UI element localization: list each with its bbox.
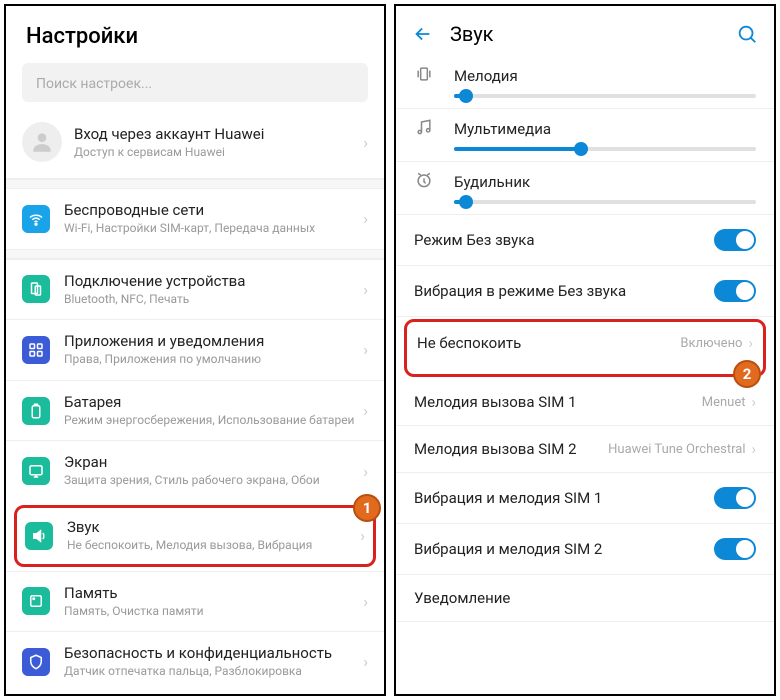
account-row[interactable]: Вход через аккаунт Huawei Доступ к серви… [6, 112, 384, 179]
music-icon [414, 117, 438, 141]
wifi-icon [22, 205, 50, 233]
chevron-right-icon: › [363, 340, 368, 359]
sound-icon [25, 522, 53, 550]
sound-row[interactable]: Мелодия вызова SIM 2Huawei Tune Orchestr… [396, 426, 774, 473]
search-input[interactable]: Поиск настроек... [22, 63, 368, 102]
sound-row[interactable]: Уведомление [396, 575, 774, 622]
slider-label: Мелодия [454, 67, 518, 85]
row-label: Мелодия вызова SIM 2 [414, 440, 608, 458]
slider-track[interactable] [454, 200, 756, 204]
chevron-right-icon: › [363, 133, 368, 152]
chevron-right-icon: › [748, 334, 753, 352]
toggle[interactable] [714, 229, 756, 251]
setting-row-sound[interactable]: Звук Не беспокоить, Мелодия вызова, Вибра… [14, 505, 376, 567]
row-sub: Wi-Fi, Настройки SIM-карт, Передача данн… [64, 221, 363, 237]
avatar-icon [22, 122, 62, 162]
toggle[interactable] [714, 487, 756, 509]
account-sub: Доступ к сервисам Huawei [74, 145, 264, 159]
row-title: Безопасность и конфиденциальность [64, 644, 363, 662]
row-label: Вибрация в режиме Без звука [414, 282, 714, 300]
setting-row-battery[interactable]: Батарея Режим энергосбережения, Использов… [6, 380, 384, 441]
row-value: Huawei Tune Orchestral [608, 442, 745, 457]
sound-row[interactable]: Вибрация в режиме Без звука [396, 266, 774, 317]
account-title: Вход через аккаунт Huawei [74, 125, 264, 143]
back-icon[interactable] [412, 23, 434, 45]
row-title: Беспроводные сети [64, 201, 363, 219]
chevron-right-icon: › [363, 280, 368, 299]
setting-row-display[interactable]: Экран Защита зрения, Стиль рабочего экран… [6, 440, 384, 501]
toggle[interactable] [714, 538, 756, 560]
slider-vibrate: Мелодия [396, 56, 774, 109]
slider-track[interactable] [454, 147, 756, 151]
row-sub: Режим энергосбережения, Использование ба… [64, 413, 363, 429]
row-label: Мелодия вызова SIM 1 [414, 393, 702, 411]
slider-label: Будильник [454, 173, 530, 191]
chevron-right-icon: › [751, 393, 756, 411]
vibrate-icon [414, 64, 438, 88]
storage-icon [22, 587, 50, 615]
row-sub: Память, Очистка памяти [64, 604, 363, 620]
slider-label: Мультимедиа [454, 120, 551, 138]
apps-icon [22, 336, 50, 364]
search-icon[interactable] [736, 23, 758, 45]
chevron-right-icon: › [363, 209, 368, 228]
row-value: Включено [680, 336, 742, 351]
row-title: Экран [64, 453, 363, 471]
sound-row[interactable]: Режим Без звука [396, 215, 774, 266]
sound-row[interactable]: Вибрация и мелодия SIM 2 [396, 524, 774, 575]
row-sub: Защита зрения, Стиль рабочего экрана, Об… [64, 473, 363, 489]
slider-track[interactable] [454, 94, 756, 98]
row-value: Menuet [702, 395, 746, 410]
security-icon [22, 648, 50, 676]
row-label: Вибрация и мелодия SIM 2 [414, 540, 714, 558]
row-label: Вибрация и мелодия SIM 1 [414, 489, 714, 507]
row-label: Уведомление [414, 589, 756, 607]
setting-row-device[interactable]: Подключение устройства Bluetooth, NFC, Пе… [6, 259, 384, 320]
chevron-right-icon: › [363, 401, 368, 420]
sound-row[interactable]: Не беспокоитьВключено›2 [404, 319, 766, 377]
row-sub: Bluetooth, NFC, Печать [64, 292, 363, 308]
settings-title: Настройки [26, 24, 364, 49]
row-title: Приложения и уведомления [64, 332, 363, 350]
chevron-right-icon: › [360, 526, 365, 545]
row-title: Звук [67, 518, 360, 536]
row-label: Режим Без звука [414, 231, 714, 249]
slider-thumb[interactable] [459, 89, 473, 103]
display-icon [22, 457, 50, 485]
sound-title: Звук [450, 22, 736, 46]
row-title: Батарея [64, 393, 363, 411]
slider-music: Мультимедиа [396, 109, 774, 162]
setting-row-wifi[interactable]: Беспроводные сети Wi-Fi, Настройки SIM-ка… [6, 189, 384, 249]
row-title: Память [64, 584, 363, 602]
row-label: Не беспокоить [417, 334, 680, 352]
row-title: Подключение устройства [64, 272, 363, 290]
alarm-icon [414, 170, 438, 194]
chevron-right-icon: › [751, 440, 756, 458]
setting-row-security[interactable]: Безопасность и конфиденциальность Датчик … [6, 631, 384, 692]
toggle[interactable] [714, 280, 756, 302]
slider-thumb[interactable] [574, 142, 588, 156]
setting-row-storage[interactable]: Память Память, Очистка памяти› [6, 571, 384, 632]
row-sub: Не беспокоить, Мелодия вызова, Вибрация [67, 538, 360, 554]
row-sub: Права, Приложения по умолчанию [64, 352, 363, 368]
chevron-right-icon: › [363, 462, 368, 481]
chevron-right-icon: › [363, 652, 368, 671]
slider-thumb[interactable] [459, 195, 473, 209]
battery-icon [22, 397, 50, 425]
device-icon [22, 275, 50, 303]
setting-row-apps[interactable]: Приложения и уведомления Права, Приложени… [6, 319, 384, 380]
chevron-right-icon: › [363, 592, 368, 611]
sound-row[interactable]: Мелодия вызова SIM 1Menuet › [396, 379, 774, 426]
sound-row[interactable]: Вибрация и мелодия SIM 1 [396, 473, 774, 524]
row-sub: Датчик отпечатка пальца, Разблокировка [64, 664, 363, 680]
slider-alarm: Будильник [396, 162, 774, 215]
step-badge: 1 [353, 494, 381, 522]
